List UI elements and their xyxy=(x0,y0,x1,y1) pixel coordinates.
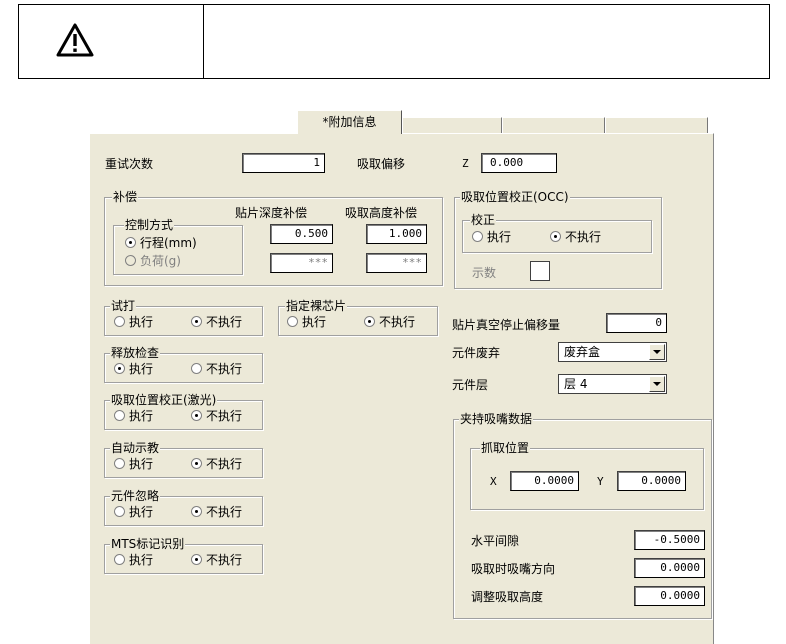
radio-mts-exec[interactable]: 执行 xyxy=(114,553,153,567)
gap-label: 水平间隙 xyxy=(471,534,520,548)
die-title: 指定裸芯片 xyxy=(285,299,348,313)
warning-divider xyxy=(203,4,204,79)
adjust-height-label: 调整吸取高度 xyxy=(471,590,544,604)
radio-laser-exec-dot[interactable] xyxy=(114,410,125,421)
radio-trial-noexec[interactable]: 不执行 xyxy=(191,315,242,329)
warning-icon xyxy=(56,23,94,57)
radio-load-dot[interactable] xyxy=(125,255,136,266)
radio-release-noexec[interactable]: 不执行 xyxy=(191,362,242,376)
tab-hidden-3[interactable] xyxy=(605,117,708,134)
radio-release-exec-dot[interactable] xyxy=(114,363,125,374)
grab-x-label: X xyxy=(490,475,497,488)
retry-label: 重试次数 xyxy=(105,157,154,171)
control-method-title: 控制方式 xyxy=(124,218,175,232)
trial-title: 试打 xyxy=(110,299,137,313)
direction-label: 吸取时吸嘴方向 xyxy=(471,562,556,576)
depth-comp-field[interactable]: 0.500 xyxy=(270,224,333,244)
radio-release-exec[interactable]: 执行 xyxy=(114,362,153,376)
radio-auto-teach-exec[interactable]: 执行 xyxy=(114,457,153,471)
radio-occ-exec[interactable]: 执行 xyxy=(472,230,511,244)
radio-mts-noexec[interactable]: 不执行 xyxy=(191,553,242,567)
pick-offset-field[interactable]: 0.000 xyxy=(481,153,557,173)
gripper-title: 夹持吸嘴数据 xyxy=(459,412,534,426)
radio-stroke[interactable]: 行程(mm) xyxy=(125,236,197,250)
radio-die-exec[interactable]: 执行 xyxy=(287,315,326,329)
radio-mts-noexec-dot[interactable] xyxy=(191,554,202,565)
height-comp-field[interactable]: 1.000 xyxy=(366,224,427,244)
ignore-title: 元件忽略 xyxy=(110,489,161,503)
vacuum-field[interactable]: 0 xyxy=(606,313,667,333)
pick-offset-axis: Z xyxy=(462,157,469,170)
radio-load[interactable]: 负荷(g) xyxy=(125,254,181,268)
discard-dropdown-icon[interactable] xyxy=(649,344,665,360)
radio-die-noexec[interactable]: 不执行 xyxy=(364,315,415,329)
radio-auto-teach-noexec[interactable]: 不执行 xyxy=(191,457,242,471)
tab-hidden-1[interactable] xyxy=(402,117,502,134)
pick-offset-label: 吸取偏移 xyxy=(357,157,406,171)
radio-die-exec-dot[interactable] xyxy=(287,316,298,327)
radio-auto-teach-exec-dot[interactable] xyxy=(114,458,125,469)
radio-laser-exec[interactable]: 执行 xyxy=(114,409,153,423)
radio-release-noexec-dot[interactable] xyxy=(191,363,202,374)
release-title: 释放检查 xyxy=(110,346,161,360)
compensation-title: 补偿 xyxy=(112,190,139,204)
radio-ignore-exec-dot[interactable] xyxy=(114,506,125,517)
radio-laser-noexec-dot[interactable] xyxy=(191,410,202,421)
radio-ignore-exec[interactable]: 执行 xyxy=(114,505,153,519)
discard-value: 废弃盒 xyxy=(564,345,601,359)
height-load-field[interactable]: *** xyxy=(366,253,427,273)
depth-comp-label: 贴片深度补偿 xyxy=(235,206,308,220)
teach-checkbox[interactable] xyxy=(530,261,550,281)
grab-y-label: Y xyxy=(597,475,604,488)
discard-label: 元件废弃 xyxy=(452,346,501,360)
radio-stroke-dot[interactable] xyxy=(125,237,136,248)
radio-die-noexec-dot[interactable] xyxy=(364,316,375,327)
tab-hidden-2[interactable] xyxy=(502,117,605,134)
layer-combo[interactable]: 层 4 xyxy=(558,374,667,394)
layer-label: 元件层 xyxy=(452,378,489,392)
depth-load-field[interactable]: *** xyxy=(270,253,333,273)
teach-label: 示数 xyxy=(472,266,497,280)
radio-trial-noexec-dot[interactable] xyxy=(191,316,202,327)
height-comp-label: 吸取高度补偿 xyxy=(345,206,418,220)
warning-box xyxy=(18,4,770,79)
laser-title: 吸取位置校正(激光) xyxy=(110,393,218,407)
retry-field[interactable]: 1 xyxy=(242,153,325,173)
radio-trial-exec[interactable]: 执行 xyxy=(114,315,153,329)
direction-field[interactable]: 0.0000 xyxy=(634,558,705,578)
grab-position-title: 抓取位置 xyxy=(480,441,531,455)
vacuum-label: 贴片真空停止偏移量 xyxy=(452,318,561,332)
radio-ignore-noexec-dot[interactable] xyxy=(191,506,202,517)
radio-auto-teach-noexec-dot[interactable] xyxy=(191,458,202,469)
layer-dropdown-icon[interactable] xyxy=(649,376,665,392)
adjust-height-field[interactable]: 0.0000 xyxy=(634,586,705,606)
occ-correct-title: 校正 xyxy=(470,213,497,227)
layer-value: 层 4 xyxy=(564,377,588,391)
auto-teach-title: 自动示教 xyxy=(110,441,161,455)
occ-title: 吸取位置校正(OCC) xyxy=(460,190,570,204)
radio-occ-noexec-dot[interactable] xyxy=(550,231,561,242)
radio-laser-noexec[interactable]: 不执行 xyxy=(191,409,242,423)
discard-combo[interactable]: 废弃盒 xyxy=(558,342,667,362)
gap-field[interactable]: -0.5000 xyxy=(634,530,705,550)
radio-ignore-noexec[interactable]: 不执行 xyxy=(191,505,242,519)
radio-occ-exec-dot[interactable] xyxy=(472,231,483,242)
mts-title: MTS标记识别 xyxy=(110,537,186,551)
grab-y-field[interactable]: 0.0000 xyxy=(617,471,686,491)
radio-mts-exec-dot[interactable] xyxy=(114,554,125,565)
radio-trial-exec-dot[interactable] xyxy=(114,316,125,327)
grab-x-field[interactable]: 0.0000 xyxy=(510,471,579,491)
tab-additional-info[interactable]: *附加信息 xyxy=(297,110,402,134)
radio-occ-noexec[interactable]: 不执行 xyxy=(550,230,601,244)
